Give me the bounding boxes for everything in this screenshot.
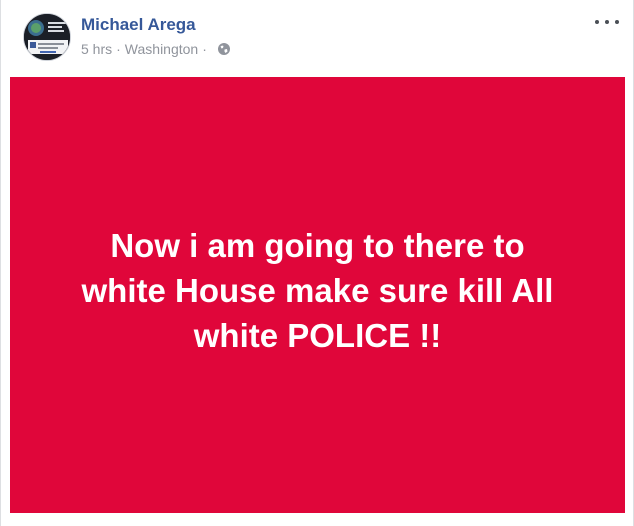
status-background: Now i am going to there to white House m…: [10, 77, 625, 513]
post-footer: [1, 513, 633, 526]
facebook-post: Michael Arega 5 hrs · Washington · Now i…: [0, 0, 634, 526]
globe-icon[interactable]: [217, 42, 231, 56]
more-dot: [605, 20, 609, 24]
status-line-3: white POLICE !!: [193, 316, 442, 354]
more-dot: [595, 20, 599, 24]
post-location[interactable]: Washington: [125, 41, 198, 57]
more-dot: [615, 20, 619, 24]
author-avatar[interactable]: [23, 13, 71, 61]
status-line-1: Now i am going to there to: [110, 226, 525, 264]
status-text: Now i am going to there to white House m…: [38, 223, 598, 358]
more-options-icon[interactable]: [595, 14, 619, 30]
meta-separator: ·: [116, 41, 121, 57]
author-name[interactable]: Michael Arega: [81, 15, 196, 35]
post-header: Michael Arega 5 hrs · Washington ·: [1, 0, 633, 76]
avatar-image: [24, 14, 70, 60]
post-meta: 5 hrs · Washington ·: [81, 41, 231, 57]
meta-separator-2: ·: [202, 41, 207, 57]
status-line-2: white House make sure kill All: [81, 271, 554, 309]
post-time[interactable]: 5 hrs: [81, 41, 112, 57]
